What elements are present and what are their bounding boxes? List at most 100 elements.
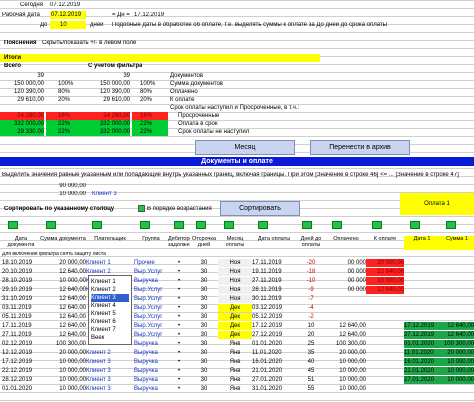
table-cell[interactable]: • bbox=[168, 340, 190, 348]
table-cell[interactable]: Ноя bbox=[218, 268, 252, 276]
table-cell[interactable]: • bbox=[168, 367, 190, 375]
table-cell[interactable]: Выр.Услуг bbox=[134, 331, 168, 339]
table-cell[interactable]: • bbox=[168, 286, 190, 294]
table-cell[interactable]: Прочие bbox=[134, 259, 168, 267]
table-cell[interactable]: Дек bbox=[218, 313, 252, 321]
table-cell[interactable]: 30 bbox=[190, 313, 218, 321]
table-cell[interactable]: 10 000,00 bbox=[40, 277, 86, 285]
table-cell[interactable]: 12 640,00 bbox=[366, 286, 404, 294]
table-cell[interactable]: Выручка bbox=[134, 385, 168, 393]
table-cell[interactable]: 10 000,00 bbox=[326, 376, 366, 384]
table-cell[interactable] bbox=[366, 349, 404, 357]
column-select-box[interactable] bbox=[196, 221, 206, 229]
dropdown-option[interactable]: Клиент 4 bbox=[91, 302, 129, 310]
table-cell[interactable]: • bbox=[168, 295, 190, 303]
table-cell[interactable]: 10 000,00 bbox=[366, 277, 404, 285]
table-cell[interactable] bbox=[366, 295, 404, 303]
table-cell[interactable]: Янв bbox=[218, 358, 252, 366]
table-cell[interactable]: 27.01.2020 bbox=[252, 376, 296, 384]
do-input[interactable]: 10 bbox=[50, 21, 86, 29]
table-cell[interactable]: Клиент 2 bbox=[86, 349, 134, 357]
table-cell[interactable]: Ноя bbox=[218, 295, 252, 303]
table-cell[interactable]: 00 000 bbox=[326, 277, 366, 285]
column-header[interactable]: Дебиторская задолженность bbox=[168, 236, 190, 250]
table-cell[interactable]: • bbox=[168, 376, 190, 384]
filter-client[interactable]: Клиент 3 bbox=[92, 191, 117, 197]
table-cell[interactable]: -2 bbox=[296, 313, 326, 321]
table-cell[interactable]: 25 bbox=[296, 340, 326, 348]
column-header[interactable]: Дата 1 bbox=[404, 236, 440, 250]
column-select-box[interactable] bbox=[332, 221, 342, 229]
table-cell[interactable]: • bbox=[168, 313, 190, 321]
table-cell[interactable]: 30 bbox=[190, 340, 218, 348]
month-button[interactable]: Месяц bbox=[195, 140, 295, 155]
table-cell[interactable]: Выручка bbox=[134, 358, 168, 366]
table-cell[interactable]: Выручка bbox=[134, 277, 168, 285]
table-cell[interactable]: 29.10.2019 bbox=[2, 286, 40, 294]
table-cell[interactable]: • bbox=[168, 349, 190, 357]
table-cell[interactable]: Янв bbox=[218, 376, 252, 384]
table-cell[interactable]: 40 bbox=[296, 358, 326, 366]
table-cell[interactable]: 30 bbox=[190, 295, 218, 303]
column-header[interactable]: Месяц оплаты bbox=[218, 236, 252, 250]
table-cell[interactable]: 17.11.2019 bbox=[252, 259, 296, 267]
table-cell[interactable]: • bbox=[168, 385, 190, 393]
table-cell[interactable]: 10 000,00 bbox=[326, 367, 366, 375]
table-cell[interactable]: 51 bbox=[296, 376, 326, 384]
column-select-box[interactable] bbox=[8, 221, 18, 229]
table-cell[interactable]: Выручка bbox=[134, 367, 168, 375]
table-cell[interactable]: Выручка bbox=[134, 340, 168, 348]
table-cell[interactable] bbox=[326, 295, 366, 303]
column-select-box[interactable] bbox=[258, 221, 268, 229]
table-cell[interactable]: 10 000,00 bbox=[326, 385, 366, 393]
table-cell[interactable]: -20 bbox=[296, 259, 326, 267]
table-cell[interactable]: 30 bbox=[190, 277, 218, 285]
table-cell[interactable]: 21.01.2020 bbox=[252, 367, 296, 375]
column-header[interactable]: Отсрочка дней bbox=[190, 236, 218, 250]
table-cell[interactable]: 30.11.2019 bbox=[252, 295, 296, 303]
table-cell[interactable]: 28.11.2019 bbox=[252, 286, 296, 294]
table-cell[interactable]: Янв bbox=[218, 367, 252, 375]
table-cell[interactable]: • bbox=[168, 358, 190, 366]
table-cell[interactable]: 17.12.2019 bbox=[252, 322, 296, 330]
table-cell[interactable]: Янв bbox=[218, 385, 252, 393]
filter-value-1[interactable]: 90 000,00 bbox=[40, 183, 86, 189]
table-cell[interactable]: 20 000,00 bbox=[40, 349, 86, 357]
column-select-box[interactable] bbox=[302, 221, 312, 229]
table-cell[interactable]: Выр.Услуг bbox=[134, 322, 168, 330]
table-cell[interactable]: 01.01.2020 bbox=[2, 385, 40, 393]
table-cell[interactable]: 20 000,00 bbox=[326, 349, 366, 357]
table-cell[interactable]: 12 640,00 bbox=[40, 322, 86, 330]
table-cell[interactable]: -10 bbox=[296, 277, 326, 285]
sort-order-checkbox[interactable] bbox=[138, 205, 145, 212]
table-cell[interactable]: 10 000,00 bbox=[40, 385, 86, 393]
table-cell[interactable]: 03.12.2019 bbox=[252, 304, 296, 312]
table-cell[interactable]: 30 bbox=[190, 286, 218, 294]
dropdown-option[interactable]: Клиент 5 bbox=[91, 310, 129, 318]
table-cell[interactable] bbox=[326, 304, 366, 312]
table-cell[interactable]: 10 000,00 bbox=[40, 358, 86, 366]
table-cell[interactable]: 31.10.2019 bbox=[2, 295, 40, 303]
table-cell[interactable]: 16.01.2020 bbox=[252, 358, 296, 366]
column-header[interactable]: Сумма документа bbox=[40, 236, 86, 250]
table-cell[interactable]: • bbox=[168, 322, 190, 330]
table-cell[interactable]: • bbox=[168, 277, 190, 285]
table-cell[interactable]: 12 640,00 bbox=[40, 268, 86, 276]
column-header[interactable]: Оплачено bbox=[326, 236, 366, 250]
table-cell[interactable]: 12 640,00 bbox=[40, 313, 86, 321]
table-cell[interactable] bbox=[326, 313, 366, 321]
table-cell[interactable]: 22.12.2019 bbox=[2, 367, 40, 375]
table-cell[interactable]: 20.10.2019 bbox=[2, 268, 40, 276]
table-cell[interactable]: • bbox=[168, 268, 190, 276]
table-cell[interactable]: 30 bbox=[190, 331, 218, 339]
column-select-box[interactable] bbox=[446, 221, 456, 229]
table-cell[interactable]: Клиент 3 bbox=[86, 385, 134, 393]
workdate-input[interactable]: 07.12.2019 bbox=[50, 11, 86, 19]
table-cell[interactable]: -9 bbox=[296, 286, 326, 294]
table-cell[interactable] bbox=[366, 322, 404, 330]
table-cell[interactable]: 10 bbox=[296, 322, 326, 330]
table-cell[interactable] bbox=[366, 376, 404, 384]
table-cell[interactable]: 00 000 bbox=[326, 268, 366, 276]
dropdown-option[interactable]: Клиент 1 bbox=[91, 278, 129, 286]
payer-dropdown[interactable]: Клиент 1 Клиент 2 Клиент 3 Клиент 4 Клиент 5… bbox=[88, 275, 132, 345]
